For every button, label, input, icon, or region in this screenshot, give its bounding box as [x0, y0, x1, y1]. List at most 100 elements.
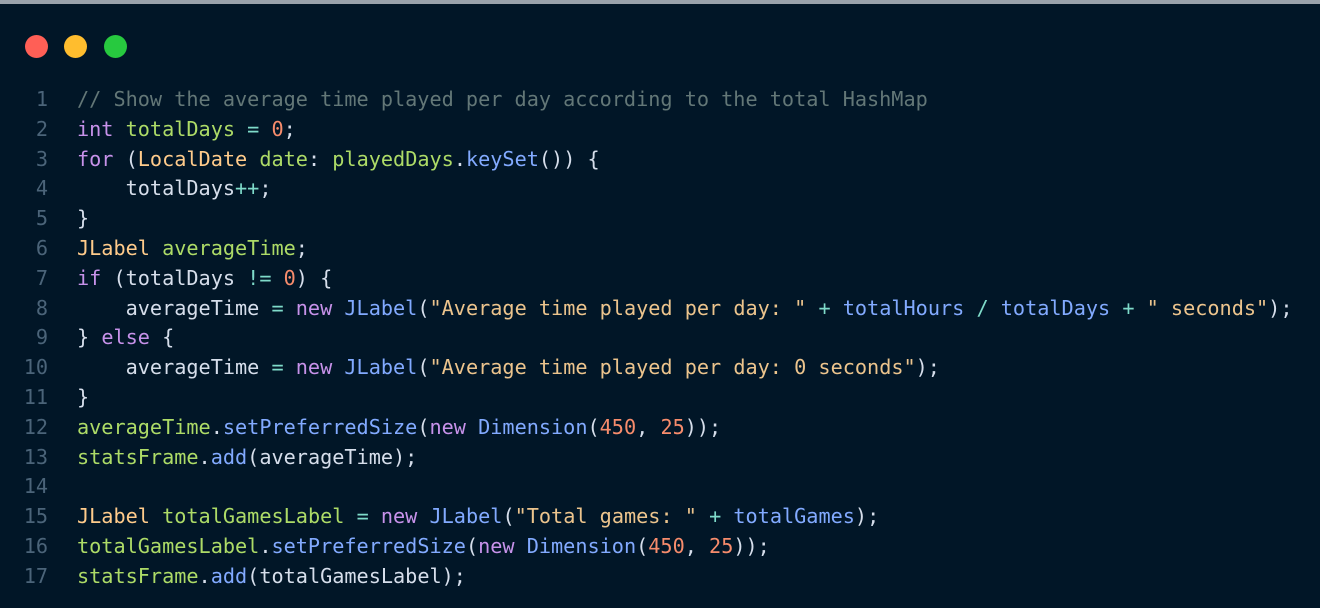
code-token: (averageTime);	[247, 444, 418, 469]
code-token: (	[587, 414, 600, 439]
code-token: }	[77, 206, 90, 231]
line-source: averageTime = new JLabel("Average time p…	[77, 353, 940, 383]
code-token: JLabel	[344, 295, 418, 320]
code-token: add	[210, 563, 248, 588]
code-token: ;	[283, 116, 296, 141]
code-token: setPreferredSize	[271, 533, 466, 558]
code-token: (	[636, 533, 649, 558]
code-token: totalDays	[77, 176, 236, 201]
line-number: 1	[35, 87, 48, 111]
code-token: JLabel	[344, 355, 418, 380]
code-token: ,	[636, 414, 661, 439]
code-token: statsFrame	[77, 444, 199, 469]
close-icon[interactable]	[25, 35, 48, 58]
code-token: {	[149, 325, 175, 350]
line-number: 7	[35, 265, 48, 290]
code-token: new	[295, 355, 333, 380]
code-line: 11}	[0, 383, 1320, 413]
code-token: setPreferredSize	[222, 414, 418, 439]
line-source: totalGamesLabel.setPreferredSize(new Dim…	[77, 532, 770, 562]
line-number: 2	[35, 116, 48, 141]
code-token: ;	[295, 235, 308, 260]
line-source: averageTime = new JLabel("Average time p…	[77, 294, 1293, 324]
code-token: 0	[271, 116, 284, 141]
code-token: +	[1122, 295, 1135, 320]
code-token: (	[417, 295, 430, 320]
code-token: JLabel	[77, 235, 150, 260]
code-line: 13 statsFrame.add(averageTime);	[0, 443, 1320, 473]
line-source: JLabel totalGamesLabel = new JLabel("Tot…	[77, 502, 879, 532]
line-number: 17	[23, 563, 48, 588]
line-number: 16	[23, 533, 48, 558]
code-token: !=	[247, 265, 272, 290]
maximize-icon[interactable]	[104, 35, 127, 58]
code-token: .	[453, 146, 466, 171]
code-token: Dimension	[526, 533, 637, 558]
code-block[interactable]: 1 // Show the average time played per day…	[0, 85, 1320, 592]
code-token: ()) {	[538, 146, 600, 171]
line-number: 6	[35, 235, 48, 260]
code-line: 15 JLabel totalGamesLabel = new JLabel("T…	[0, 502, 1320, 532]
line-number: 10	[23, 355, 48, 380]
code-line: 1 // Show the average time played per day…	[0, 85, 1320, 115]
code-line: 10 averageTime = new JLabel("Average tim…	[0, 353, 1320, 383]
code-token: averageTime	[162, 235, 296, 260]
code-line: 12 averageTime.setPreferredSize(new Dimen…	[0, 413, 1320, 443]
code-line: 14	[0, 472, 1320, 502]
code-token: (totalGamesLabel);	[247, 563, 466, 588]
line-source: // Show the average time played per day …	[77, 85, 928, 115]
code-token: averageTime	[77, 295, 272, 320]
code-line: 16 totalGamesLabel.setPreferredSize(new D…	[0, 532, 1320, 562]
code-token: totalDays	[125, 116, 236, 141]
code-line: 7 if (totalDays != 0) {	[0, 264, 1320, 294]
code-token: date	[259, 146, 308, 171]
code-token: totalGamesLabel	[162, 504, 345, 529]
code-token: /	[976, 295, 989, 320]
code-token: new	[478, 533, 515, 558]
code-token: keySet	[465, 146, 539, 171]
code-token: "Total games: "	[514, 504, 697, 529]
code-line: 6 JLabel averageTime;	[0, 234, 1320, 264]
line-number: 5	[35, 206, 48, 231]
line-source: averageTime.setPreferredSize(new Dimensi…	[77, 413, 721, 443]
code-line: 9} else {	[0, 323, 1320, 353]
code-token: =	[271, 355, 284, 380]
code-token: ));	[733, 533, 770, 558]
code-token: =	[247, 116, 260, 141]
code-token: "Average time played per day: 0 seconds"	[429, 355, 916, 380]
line-source: statsFrame.add(averageTime);	[77, 443, 417, 473]
code-line: 2 int totalDays = 0;	[0, 115, 1320, 145]
code-token: totalHours	[842, 295, 965, 320]
code-token: );	[1268, 295, 1293, 320]
line-source: int totalDays = 0;	[77, 115, 296, 145]
code-token: }	[77, 384, 90, 409]
code-token: ,	[684, 533, 710, 558]
code-token: 450	[599, 414, 637, 439]
code-token: ++	[235, 176, 260, 201]
line-source: totalDays++;	[77, 174, 272, 204]
code-line: 17 statsFrame.add(totalGamesLabel);	[0, 562, 1320, 592]
minimize-icon[interactable]	[64, 35, 87, 58]
code-token: new	[380, 504, 418, 529]
line-source: }	[77, 383, 89, 413]
code-token: statsFrame	[77, 563, 199, 588]
code-token: totalGames	[733, 504, 855, 529]
line-source: JLabel averageTime;	[77, 234, 308, 264]
code-token: 450	[648, 533, 685, 558]
line-number: 15	[23, 504, 48, 529]
